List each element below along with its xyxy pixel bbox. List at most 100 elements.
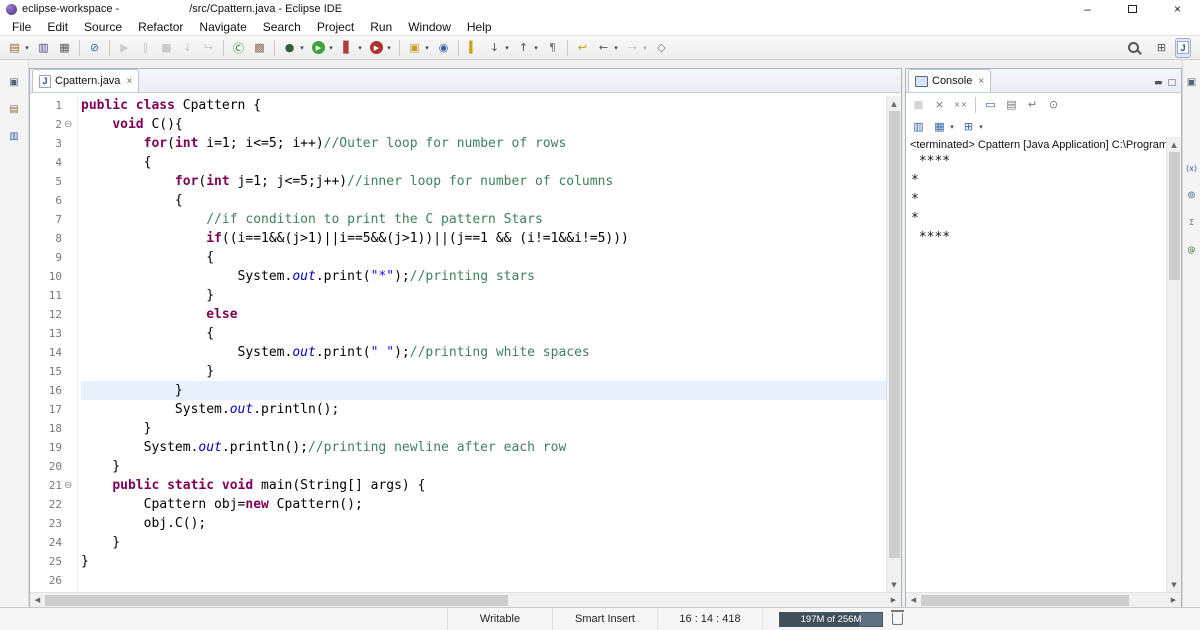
close-button[interactable]: × <box>1155 0 1200 18</box>
back-dropdown-icon[interactable]: ▾ <box>612 44 620 52</box>
scroll-up-icon[interactable]: ▲ <box>887 96 901 111</box>
open-task-dropdown-icon[interactable]: ▾ <box>423 44 431 52</box>
code-line[interactable]: } <box>81 286 886 305</box>
debug-button[interactable]: ● ▾ <box>280 38 307 58</box>
console-vertical-scrollbar[interactable]: ▲ ▼ <box>1166 137 1181 592</box>
menu-item-file[interactable]: File <box>4 18 39 35</box>
console-tab[interactable]: Console × <box>908 69 992 92</box>
code-line[interactable]: } <box>81 552 886 571</box>
run-button[interactable]: ▶ ▾ <box>309 38 336 58</box>
code-line[interactable]: public static void main(String[] args) { <box>81 476 886 495</box>
back-button[interactable]: ← ▾ <box>594 38 621 58</box>
pin-editor-button[interactable]: ◇ <box>652 38 671 58</box>
expressions-view-button[interactable]: Σ <box>1184 212 1199 232</box>
search-button[interactable]: ◉ <box>434 38 453 58</box>
maximize-button[interactable] <box>1110 0 1155 18</box>
skip-all-breakpoints-button[interactable]: ⊘ <box>85 38 104 58</box>
javadoc-view-button[interactable]: @ <box>1184 239 1199 259</box>
menu-item-project[interactable]: Project <box>309 18 362 35</box>
fold-collapse-icon[interactable]: ⊖ <box>64 118 77 131</box>
save-button[interactable]: ▥ <box>34 38 53 58</box>
scroll-track[interactable] <box>45 594 886 606</box>
code-line[interactable]: { <box>81 324 886 343</box>
coverage-button[interactable]: ▋ ▾ <box>338 38 365 58</box>
coverage-dropdown-icon[interactable]: ▾ <box>356 44 364 52</box>
display-selected-console-dropdown-icon[interactable]: ▾ <box>948 123 956 131</box>
code-line[interactable]: public class Cpattern { <box>81 96 886 115</box>
next-annotation-dropdown-icon[interactable]: ▾ <box>503 44 511 52</box>
quick-access-button[interactable] <box>1123 38 1148 58</box>
code-line[interactable]: obj.C(); <box>81 514 886 533</box>
scroll-thumb[interactable] <box>889 111 900 559</box>
console-horizontal-scrollbar[interactable]: ◀ ▶ <box>906 592 1181 607</box>
menu-item-navigate[interactable]: Navigate <box>191 18 254 35</box>
code-line[interactable]: for(int j=1; j<=5;j++)//inner loop for n… <box>81 172 886 191</box>
open-task-button[interactable]: ▣ ▾ <box>405 38 432 58</box>
open-type-hierarchy-button[interactable]: ▥ <box>7 126 22 146</box>
console-text[interactable]: <terminated> Cpattern [Java Application]… <box>906 137 1166 592</box>
menu-item-run[interactable]: Run <box>362 18 400 35</box>
code-line[interactable]: { <box>81 191 886 210</box>
scroll-track[interactable] <box>887 111 901 577</box>
code-line[interactable]: else <box>81 305 886 324</box>
code-line[interactable]: System.out.print("*");//printing stars <box>81 267 886 286</box>
previous-annotation-dropdown-icon[interactable]: ▾ <box>532 44 540 52</box>
code-line[interactable]: if((i==1&&(j>1)||i==5&&(j>1))||(j==1 && … <box>81 229 886 248</box>
editor-vertical-scrollbar[interactable]: ▲ ▼ <box>886 96 901 592</box>
run-external-tools-dropdown-icon[interactable]: ▾ <box>385 44 393 52</box>
scroll-right-icon[interactable]: ▶ <box>1166 596 1181 604</box>
scroll-left-icon[interactable]: ◀ <box>30 596 45 604</box>
print-button[interactable]: ▦ <box>55 38 74 58</box>
garbage-collect-button[interactable] <box>891 610 904 625</box>
code-line[interactable]: } <box>81 362 886 381</box>
menu-item-source[interactable]: Source <box>76 18 130 35</box>
scroll-thumb[interactable] <box>921 594 1130 606</box>
minimize-button[interactable]: – <box>1065 0 1110 18</box>
scroll-thumb[interactable] <box>45 594 508 606</box>
show-whitespace-button[interactable]: ¶ <box>543 38 562 58</box>
code-line[interactable]: { <box>81 248 886 267</box>
pin-console-button[interactable]: ⊙ <box>1044 95 1063 115</box>
code-line[interactable]: for(int i=1; i<=5; i++)//Outer loop for … <box>81 134 886 153</box>
last-edit-location-button[interactable]: ↩ <box>573 38 592 58</box>
code-line[interactable]: //if condition to print the C pattern St… <box>81 210 886 229</box>
menu-item-edit[interactable]: Edit <box>39 18 76 35</box>
menu-item-help[interactable]: Help <box>459 18 500 35</box>
scroll-track[interactable] <box>1167 152 1181 577</box>
run-dropdown-icon[interactable]: ▾ <box>327 44 335 52</box>
editor-horizontal-scrollbar[interactable]: ◀ ▶ <box>30 592 901 607</box>
forward-button[interactable]: → ▾ <box>623 38 650 58</box>
code-line[interactable] <box>81 571 886 590</box>
menu-item-search[interactable]: Search <box>255 18 309 35</box>
code-line[interactable]: System.out.println();//printing newline … <box>81 438 886 457</box>
debug-dropdown-icon[interactable]: ▾ <box>298 44 306 52</box>
breakpoints-view-button[interactable]: ⊚ <box>1184 185 1199 205</box>
new-java-class-button[interactable]: Ⓒ <box>229 38 248 58</box>
scroll-down-icon[interactable]: ▼ <box>887 577 901 592</box>
code-line[interactable]: } <box>81 457 886 476</box>
terminate-launch-button[interactable]: ■ <box>909 95 928 115</box>
new-java-package-button[interactable]: ▩ <box>250 38 269 58</box>
run-external-tools-button[interactable]: ▶ ▾ <box>367 38 394 58</box>
scroll-lock-button[interactable]: ▤ <box>1002 95 1021 115</box>
code-line[interactable]: System.out.println(); <box>81 400 886 419</box>
terminate-button[interactable]: ■ <box>157 38 176 58</box>
open-console-dropdown-icon[interactable]: ▾ <box>977 123 985 131</box>
insert-mode-status[interactable]: Smart Insert <box>553 608 658 630</box>
show-console-on-output-button[interactable]: ▥ <box>909 117 928 137</box>
step-over-button[interactable]: ↪ <box>199 38 218 58</box>
restore-right-panel-button[interactable]: ▣ <box>1184 72 1199 92</box>
menu-item-window[interactable]: Window <box>400 18 459 35</box>
scroll-down-icon[interactable]: ▼ <box>1167 577 1181 592</box>
scroll-track[interactable] <box>921 594 1166 606</box>
code-line[interactable]: } <box>81 533 886 552</box>
remove-launch-button[interactable]: × <box>930 95 949 115</box>
previous-annotation-button[interactable]: ↑ ▾ <box>514 38 541 58</box>
restore-left-panel-button[interactable]: ▣ <box>7 72 22 92</box>
forward-dropdown-icon[interactable]: ▾ <box>641 44 649 52</box>
variables-view-button[interactable]: (x) <box>1184 158 1199 178</box>
code-line[interactable]: } <box>81 419 886 438</box>
open-console-button[interactable]: ⊞ ▾ <box>959 117 986 137</box>
code-line[interactable]: System.out.print(" ");//printing white s… <box>81 343 886 362</box>
code-line[interactable]: { <box>81 153 886 172</box>
